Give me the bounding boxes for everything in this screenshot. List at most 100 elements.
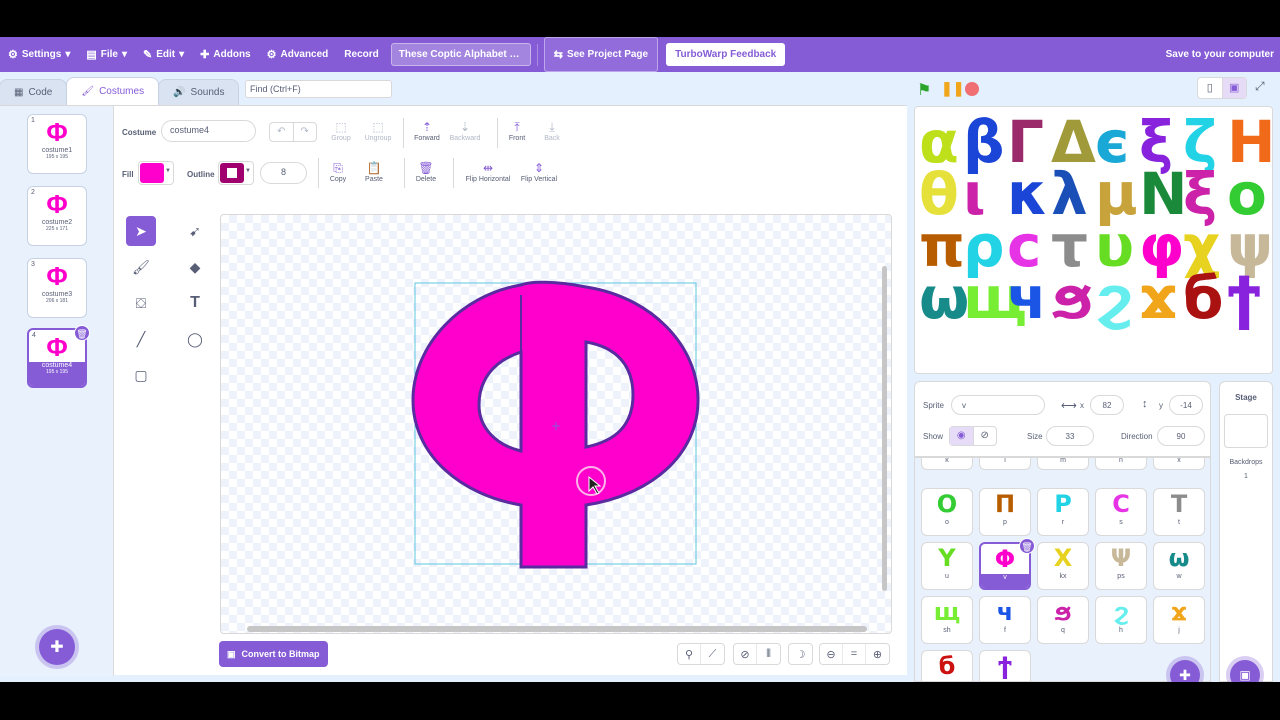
reshape-tool[interactable]: ➹ — [180, 216, 210, 246]
front-button[interactable]: ⤒ Front — [505, 119, 529, 142]
add-backdrop-button[interactable]: ▣ — [1230, 660, 1260, 682]
direction-input[interactable]: 90 — [1157, 426, 1205, 446]
sprite-item-unnamed[interactable]: б — [921, 650, 973, 681]
green-flag-icon[interactable]: ⚑ — [917, 80, 931, 100]
sprite-item[interactable]: k — [921, 458, 973, 470]
sprite-item-f[interactable]: чf — [979, 596, 1031, 644]
small-stage-icon[interactable]: ▯ — [1198, 78, 1223, 98]
costume-item-2[interactable]: 2 Φ costume2 225 x 171 — [27, 186, 87, 246]
flip-horizontal-button[interactable]: ⇹ Flip Horizontal — [462, 160, 514, 183]
save-to-computer-button[interactable]: Save to your computer — [1166, 37, 1274, 72]
flip-vertical-button[interactable]: ⇕ Flip Vertical — [518, 160, 560, 183]
costume-name-input[interactable]: costume4 — [161, 120, 256, 142]
moon-icon[interactable]: ☽ — [789, 644, 812, 664]
project-title-input[interactable]: These Coptic Alphabet ar... — [390, 43, 531, 66]
convert-to-bitmap-button[interactable]: ▣ Convert to Bitmap — [219, 641, 328, 667]
add-costume-button[interactable]: ✚ — [39, 629, 75, 665]
x-input[interactable]: 82 — [1090, 395, 1124, 415]
sprite-item-kx[interactable]: Χkx — [1037, 542, 1089, 590]
back-button[interactable]: ⤓ Back — [540, 119, 564, 142]
sprite-item-q[interactable]: ϧq — [1037, 596, 1089, 644]
see-project-page-button[interactable]: ⇆ See Project Page — [543, 37, 659, 72]
eraser-tool[interactable]: ◆ — [180, 252, 210, 282]
sprite-item-p[interactable]: Πp — [979, 488, 1031, 536]
distribute-icon[interactable]: ⦀ — [757, 644, 780, 664]
sprite-name-input[interactable]: v — [951, 395, 1045, 415]
paint-canvas[interactable]: + — [220, 214, 892, 634]
edit-menu[interactable]: ✎ Edit ▾ — [135, 37, 192, 72]
sprite-item-o[interactable]: Οo — [921, 488, 973, 536]
large-stage-icon[interactable]: ▣ — [1222, 78, 1246, 98]
delete-sprite-icon[interactable]: 🗑 — [1019, 538, 1035, 554]
outline-width-input[interactable]: 8 — [260, 162, 307, 184]
redo-icon[interactable]: ↷ — [294, 123, 317, 141]
outline-color-picker[interactable]: ▼ — [218, 161, 254, 185]
record-menu[interactable]: Record — [336, 37, 386, 72]
canvas-horizontal-scrollbar[interactable] — [247, 626, 867, 632]
sprite-item-t[interactable]: Тt — [1153, 488, 1205, 536]
file-menu[interactable]: ▤ File ▾ — [78, 37, 135, 72]
sprite-item-sh[interactable]: щ sh — [921, 596, 973, 644]
find-input[interactable]: Find (Ctrl+F) — [245, 80, 392, 98]
sprite-item[interactable]: l — [979, 458, 1031, 470]
advanced-menu[interactable]: ⚙ Advanced — [259, 37, 337, 72]
zoom-in-icon[interactable]: ⊕ — [866, 644, 889, 664]
text-tool[interactable]: T — [180, 288, 210, 318]
sprite-item-u[interactable]: Υu — [921, 542, 973, 590]
select-tool[interactable]: ➤ — [126, 216, 156, 246]
size-input[interactable]: 33 — [1046, 426, 1094, 446]
circle-tool[interactable]: ◯ — [180, 324, 210, 354]
sprite-item-v[interactable]: Φv 🗑 — [979, 538, 1035, 590]
snap-points-icon[interactable]: ⟋ — [701, 644, 724, 664]
y-input[interactable]: -14 — [1169, 395, 1203, 415]
copy-button[interactable]: ⎘ Copy — [326, 160, 350, 183]
sprite-item-unnamed[interactable]: ϯ — [979, 650, 1031, 681]
zoom-reset-icon[interactable]: = — [843, 644, 866, 664]
brush-tool[interactable]: 🖌 — [126, 252, 156, 282]
sprite-item[interactable]: n — [1095, 458, 1147, 470]
addons-menu[interactable]: ✚ Addons — [192, 37, 258, 72]
stage-canvas[interactable]: αβΓΔєξζΗθικλμΝξοπρсτυφχψωщчϧϩϫбϯ — [914, 106, 1273, 374]
zoom-out-icon[interactable]: ⊖ — [820, 644, 843, 664]
sprite-item[interactable]: m — [1037, 458, 1089, 470]
eye-slash-icon[interactable]: ⊘ — [974, 427, 997, 445]
tab-sounds[interactable]: 🔊 Sounds — [158, 79, 240, 105]
settings-menu[interactable]: ⚙ Settings ▾ — [0, 37, 78, 72]
cat-plus-icon: ✚ — [50, 639, 64, 656]
forward-button[interactable]: ⇡ Forward — [410, 119, 444, 142]
eye-icon[interactable]: ◉ — [950, 427, 974, 445]
fill-tool[interactable]: ⛋ — [126, 288, 156, 318]
group-button[interactable]: ⬚ Group — [328, 119, 354, 142]
costume-item-1[interactable]: 1 Φ costume1 195 x 195 — [27, 114, 87, 174]
sprite-item-j[interactable]: ϫj — [1153, 596, 1205, 644]
rectangle-tool[interactable]: ▢ — [126, 360, 156, 390]
tab-code[interactable]: ▦ Code — [0, 79, 68, 105]
sprite-item[interactable]: x — [1153, 458, 1205, 470]
sprite-item-h[interactable]: ϩh — [1095, 596, 1147, 644]
align-icon[interactable]: ⊘ — [734, 644, 757, 664]
backward-button[interactable]: ⇣ Backward — [447, 119, 483, 142]
fill-color-picker[interactable]: ▼ — [138, 161, 174, 185]
sprite-thumbnail: С — [1112, 490, 1130, 518]
magnet-icon[interactable]: ⚲ — [678, 644, 701, 664]
undo-icon[interactable]: ↶ — [270, 123, 294, 141]
costume-item-3[interactable]: 3 Φ costume3 206 x 181 — [27, 258, 87, 318]
canvas-vertical-scrollbar[interactable] — [882, 266, 887, 591]
pause-icon[interactable]: ❚❚ — [941, 80, 964, 97]
turbowarp-feedback-button[interactable]: TurboWarp Feedback — [666, 43, 786, 66]
fullscreen-icon[interactable]: ⤢ — [1255, 79, 1265, 94]
add-sprite-button[interactable]: ✚ — [1170, 660, 1200, 682]
stop-icon[interactable] — [965, 82, 979, 96]
line-tool[interactable]: ╱ — [126, 324, 156, 354]
sprite-item-r[interactable]: Ρr — [1037, 488, 1089, 536]
ungroup-button[interactable]: ⬚ Ungroup — [362, 119, 394, 142]
stage-target-panel[interactable]: Stage Backdrops 1 — [1219, 381, 1273, 682]
sprite-item-ps[interactable]: Ψps — [1095, 542, 1147, 590]
sprite-item-w[interactable]: ωw — [1153, 542, 1205, 590]
delete-costume-icon[interactable]: 🗑 — [74, 325, 90, 341]
paste-button[interactable]: 📋 Paste — [360, 160, 388, 183]
delete-button[interactable]: 🗑 Delete — [411, 160, 441, 183]
sprite-item-s[interactable]: Сs — [1095, 488, 1147, 536]
costume-item-4[interactable]: 4 Φ costume4 195 x 195 🗑 — [27, 325, 90, 388]
tab-costumes[interactable]: 🖌 Costumes — [66, 77, 160, 105]
